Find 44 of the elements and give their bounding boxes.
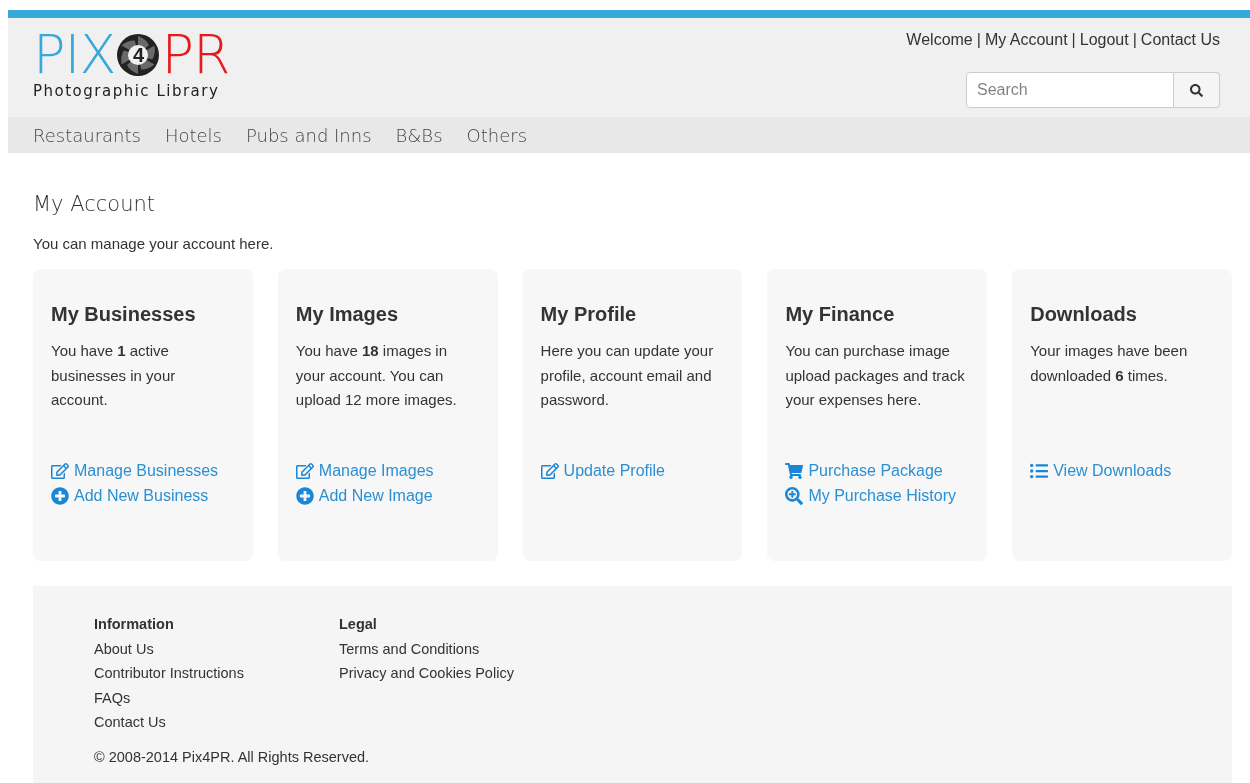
separator: | <box>976 30 981 50</box>
aperture-icon <box>116 33 161 77</box>
footer-link[interactable]: Contributor Instructions <box>94 661 294 686</box>
top-link[interactable]: Logout <box>1079 28 1129 52</box>
nav-link[interactable]: Hotels <box>164 121 222 149</box>
card-text: Here you can update your profile, account email and password. <box>540 341 715 410</box>
nav-link[interactable]: Restaurants <box>33 121 141 149</box>
card-title: My Profile <box>540 302 638 327</box>
edit-icon <box>540 462 559 481</box>
logo[interactable]: PIX 4 PR Photographic Library <box>33 18 230 117</box>
separator: | <box>1132 30 1137 50</box>
card-text: You can purchase image upload packages and track your expenses here. <box>785 341 966 410</box>
page-title: My Account <box>33 191 156 218</box>
search-button[interactable] <box>1174 72 1220 108</box>
footer-link[interactable]: About Us <box>94 636 294 661</box>
card-title: My Businesses <box>51 302 197 327</box>
card-title: Downloads <box>1030 302 1138 327</box>
page-intro: You can manage your account here. <box>33 233 275 254</box>
footer-link[interactable]: Privacy and Cookies Policy <box>339 661 539 686</box>
card-title: My Images <box>295 302 400 327</box>
list-icon <box>1030 462 1049 481</box>
footer-heading: Legal <box>339 615 378 634</box>
card-text: Your images have been downloaded 6 times. <box>1030 341 1189 386</box>
card-title: My Finance <box>785 302 896 327</box>
zoom-in-icon <box>785 486 804 505</box>
top-link[interactable]: Welcome <box>906 28 973 52</box>
footer-link[interactable]: FAQs <box>94 685 294 710</box>
search-field[interactable]: Search <box>966 72 1174 108</box>
separator: | <box>1071 30 1076 50</box>
copyright: © 2008-2014 Pix4PR. All Rights Reserved. <box>94 747 371 767</box>
nav-link[interactable]: Others <box>466 121 528 149</box>
footer-link[interactable]: Terms and Conditions <box>339 636 539 661</box>
nav-link[interactable]: B&Bs <box>395 121 443 149</box>
footer-heading: Information <box>94 615 175 634</box>
top-link[interactable]: Contact Us <box>1140 28 1220 52</box>
edit-icon <box>51 462 69 481</box>
edit-icon <box>295 462 314 481</box>
footer-link[interactable]: Contact Us <box>94 710 294 735</box>
cart-icon <box>785 462 804 481</box>
search-icon <box>1190 83 1203 97</box>
card-text: You have 18 images in your account. You can upload 12 more images. <box>295 341 458 410</box>
nav-link[interactable]: Pubs and Inns <box>246 121 372 149</box>
card-text: You have 1 active businesses in your account. <box>51 341 177 410</box>
top-link[interactable]: My Account <box>984 28 1068 52</box>
